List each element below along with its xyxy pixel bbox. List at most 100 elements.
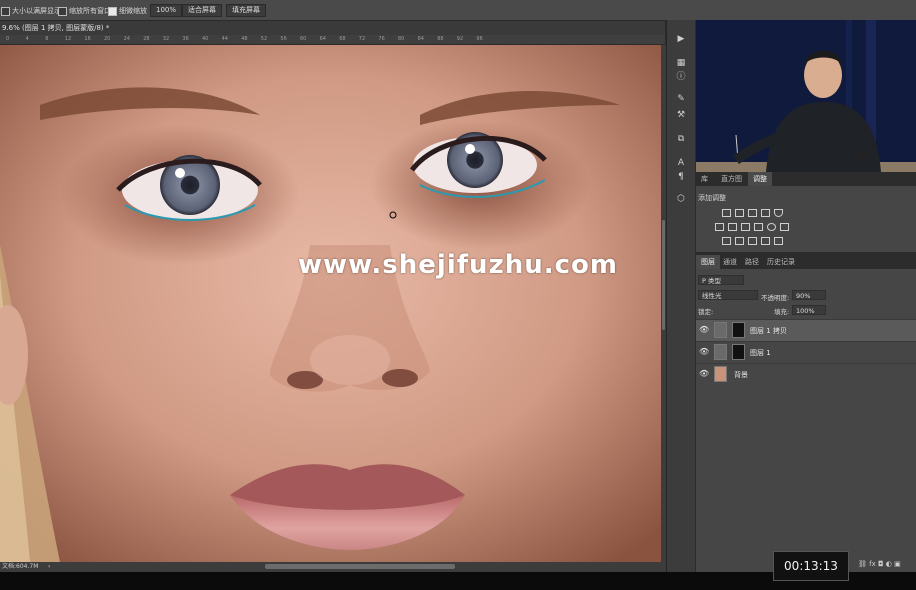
scrubby-zoom-label: 细微缩放 [119, 7, 147, 15]
instructor-video [696, 20, 916, 172]
ruler-tick-label: 92 [456, 36, 464, 42]
tab-channels[interactable]: 通道 [718, 255, 742, 269]
fit-screen-button[interactable]: 适合屏幕 [182, 4, 222, 17]
zoom-all-windows-label: 缩放所有窗口 [69, 7, 111, 15]
scrubby-zoom-checkbox[interactable] [108, 6, 117, 16]
histogram-icon[interactable]: ▦ [674, 56, 688, 70]
tab-history[interactable]: 历史记录 [762, 255, 800, 269]
brightness-icon[interactable] [722, 209, 731, 217]
ruler-tick-label: 12 [64, 36, 72, 42]
photo-filter-icon[interactable] [754, 223, 763, 231]
resize-windows-option[interactable]: 大小以满屏显示 [1, 6, 61, 16]
visibility-eye-icon[interactable]: 👁 [699, 369, 709, 379]
curves-icon[interactable] [748, 209, 757, 217]
color-lookup-icon[interactable] [780, 223, 789, 231]
top-panel-tabs: 库 直方图 调整 [696, 172, 916, 186]
layer-comps-icon[interactable]: ⧉ [674, 132, 688, 146]
selective-color-icon[interactable] [761, 237, 770, 245]
layer-row[interactable]: 👁 图层 1 拷贝 [696, 319, 916, 341]
zoom-100-button[interactable]: 100% [150, 4, 183, 17]
fx-icon[interactable]: fx [869, 560, 876, 568]
posterize-icon[interactable] [735, 237, 744, 245]
ruler-tick-label: 28 [143, 36, 150, 42]
image-canvas[interactable] [0, 45, 661, 562]
link-layers-icon[interactable]: ⛓ [858, 560, 867, 568]
layer-mask-thumbnail[interactable] [732, 344, 745, 360]
fill-screen-button[interactable]: 填充屏幕 [226, 4, 266, 17]
layer-thumbnail [714, 322, 727, 338]
tab-library[interactable]: 库 [696, 172, 713, 186]
brush-icon[interactable]: ✎ [674, 92, 688, 106]
channel-mixer-icon[interactable] [767, 223, 776, 231]
resize-windows-checkbox[interactable] [1, 6, 10, 16]
layer-name: 图层 1 [750, 349, 771, 357]
layer-filter-select[interactable]: P 类型 [698, 275, 744, 285]
tab-adjustments[interactable]: 调整 [748, 172, 772, 186]
color-balance-icon[interactable] [728, 223, 737, 231]
zoom-all-windows-checkbox[interactable] [58, 6, 67, 16]
info-icon[interactable]: ⓘ [674, 70, 688, 84]
ruler-tick-label: 48 [241, 36, 248, 42]
ruler-tick-label: 52 [260, 36, 268, 42]
blend-mode-select[interactable]: 线性光 [698, 290, 758, 300]
horizontal-scroll-thumb[interactable] [265, 564, 455, 569]
black-white-icon[interactable] [741, 223, 750, 231]
ruler-tick-label: 32 [162, 36, 170, 42]
vertical-scroll-thumb[interactable] [662, 220, 665, 330]
gradient-map-icon[interactable] [774, 237, 783, 245]
ruler-tick-label: 44 [221, 36, 228, 42]
add-mask-icon[interactable]: ◘ [878, 560, 884, 568]
opacity-input[interactable]: 90% [792, 290, 826, 300]
resize-windows-label: 大小以满屏显示 [12, 7, 61, 15]
character-icon[interactable]: A [674, 156, 688, 170]
ruler-tick-label: 56 [280, 36, 287, 42]
threshold-icon[interactable] [748, 237, 757, 245]
visibility-eye-icon[interactable]: 👁 [699, 347, 709, 357]
ruler-tick-label: 24 [123, 36, 130, 42]
ruler-tick-label: 72 [358, 36, 366, 42]
ruler-tick-label: 60 [300, 36, 307, 42]
layer-row[interactable]: 👁 背景 [696, 363, 916, 385]
zoom-all-windows-option[interactable]: 缩放所有窗口 [58, 6, 111, 16]
ruler-tick-label: 84 [417, 36, 424, 42]
ruler-tick-label: 88 [437, 36, 444, 42]
opacity-label: 不透明度: [761, 294, 790, 302]
ruler-tick-label: 4 [25, 36, 29, 42]
ruler-tick-label: 40 [202, 36, 209, 42]
ruler-tick-label: 64 [319, 36, 326, 42]
lock-label: 锁定: [698, 308, 714, 316]
hue-saturation-icon[interactable] [715, 223, 724, 231]
tool-presets-icon[interactable]: ⚒ [674, 108, 688, 122]
paragraph-icon[interactable]: ¶ [674, 170, 688, 184]
layer-name: 图层 1 拷贝 [750, 327, 787, 335]
visibility-eye-icon[interactable]: 👁 [699, 325, 709, 335]
adjustment-layer-icon[interactable]: ◐ [886, 560, 892, 568]
panel-icon-column: ▶ ▦ ⓘ ✎ ⚒ ⧉ A ¶ ⬡ [666, 20, 695, 572]
levels-icon[interactable] [735, 209, 744, 217]
tab-layers[interactable]: 图层 [696, 255, 720, 269]
fill-input[interactable]: 100% [792, 305, 826, 315]
layer-mask-thumbnail[interactable] [732, 322, 745, 338]
adjustments-title: 添加调整 [698, 194, 726, 202]
ruler-tick-label: 96 [476, 36, 483, 42]
new-layer-icon[interactable]: ▣ [894, 560, 901, 568]
ruler-tick-label: 20 [104, 36, 111, 42]
ruler-tick-label: 8 [45, 36, 49, 42]
invert-icon[interactable] [722, 237, 731, 245]
scrubby-zoom-option[interactable]: 细微缩放 [108, 6, 147, 16]
layer-name: 背景 [734, 371, 748, 379]
3d-icon[interactable]: ⬡ [674, 192, 688, 206]
layer-thumbnail [714, 366, 727, 382]
layer-row[interactable]: 👁 图层 1 [696, 341, 916, 363]
document-tab[interactable]: 9.6% (图层 1 拷贝, 图层蒙版/8) * [0, 21, 665, 35]
portrait-image [0, 45, 661, 562]
fill-label: 填充: [774, 308, 790, 316]
exposure-icon[interactable] [761, 209, 770, 217]
layers-footer: ⛓ fx ◘ ◐ ▣ [858, 560, 916, 570]
status-menu-arrow-icon[interactable]: › [48, 562, 50, 572]
tab-histogram[interactable]: 直方图 [716, 172, 747, 186]
play-icon[interactable]: ▶ [674, 32, 688, 46]
tab-paths[interactable]: 路径 [740, 255, 764, 269]
horizontal-ruler: 0 4 8 12 16 20 24 28 32 36 40 44 48 52 56 60 64 68 72 76 80 8… [0, 35, 665, 45]
document-size: 文档:604.7M [2, 563, 39, 570]
